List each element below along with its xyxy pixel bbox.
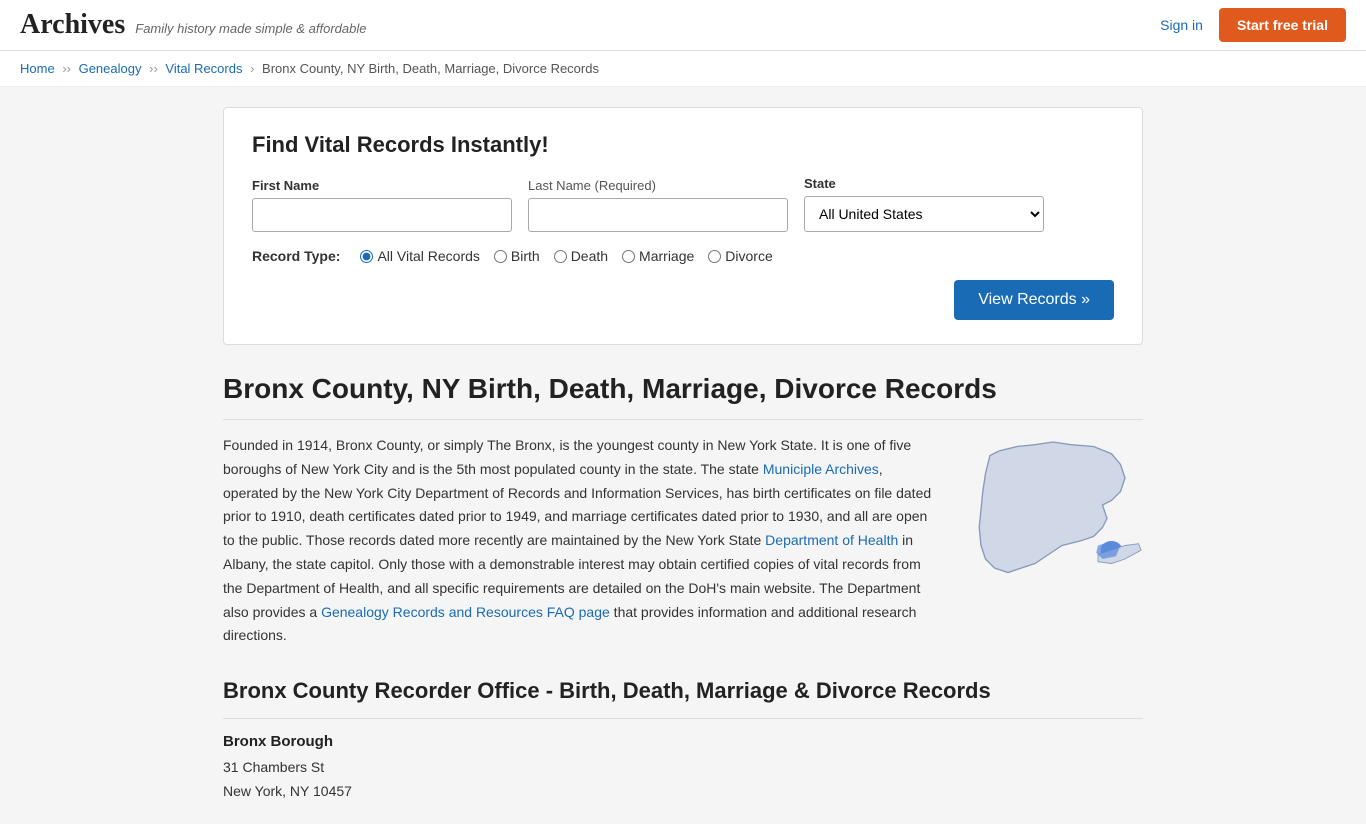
radio-birth[interactable]: Birth [494,248,540,264]
breadcrumb: Home ›› Genealogy ›› Vital Records › Bro… [0,51,1366,87]
breadcrumb-sep-3: › [250,61,258,76]
page-title: Bronx County, NY Birth, Death, Marriage,… [223,373,1143,420]
start-trial-button[interactable]: Start free trial [1219,8,1346,42]
radio-birth-label: Birth [511,248,540,264]
office-address2: New York, NY 10457 [223,780,1143,804]
search-box: Find Vital Records Instantly! First Name… [223,107,1143,345]
office-name: Bronx Borough [223,733,1143,750]
last-name-input[interactable] [528,198,788,232]
radio-marriage-label: Marriage [639,248,694,264]
radio-divorce[interactable]: Divorce [708,248,772,264]
radio-divorce-label: Divorce [725,248,772,264]
breadcrumb-sep-2: ›› [149,61,161,76]
search-button-row: View Records » [252,280,1114,320]
dept-health-link[interactable]: Department of Health [765,532,898,548]
breadcrumb-sep-1: ›› [62,61,74,76]
recorder-title: Bronx County Recorder Office - Birth, De… [223,678,1143,719]
site-tagline: Family history made simple & affordable [135,21,366,36]
radio-death-input[interactable] [554,250,567,263]
description-area: Founded in 1914, Bronx County, or simply… [223,434,1143,648]
breadcrumb-vital-records[interactable]: Vital Records [165,61,242,76]
view-records-button[interactable]: View Records » [954,280,1114,320]
map-container [963,434,1143,648]
radio-all-label: All Vital Records [377,248,479,264]
record-type-label: Record Type: [252,248,340,264]
state-group: State All United StatesNew YorkNew Jerse… [804,176,1044,232]
breadcrumb-genealogy[interactable]: Genealogy [79,61,142,76]
first-name-label: First Name [252,178,512,193]
radio-marriage[interactable]: Marriage [622,248,694,264]
state-select[interactable]: All United StatesNew YorkNew JerseyCalif… [804,196,1044,232]
header-logo-area: Archives Family history made simple & af… [20,9,366,41]
ny-state-map [963,434,1143,597]
breadcrumb-home[interactable]: Home [20,61,55,76]
site-logo: Archives [20,9,125,41]
site-header: Archives Family history made simple & af… [0,0,1366,51]
first-name-group: First Name [252,178,512,232]
sign-in-link[interactable]: Sign in [1160,17,1203,33]
last-name-label: Last Name (Required) [528,178,788,193]
first-name-input[interactable] [252,198,512,232]
radio-all-input[interactable] [360,250,373,263]
header-actions: Sign in Start free trial [1160,8,1346,42]
municiple-archives-link[interactable]: Municiple Archives [763,461,879,477]
radio-all[interactable]: All Vital Records [360,248,479,264]
search-form-row: First Name Last Name (Required) State Al… [252,176,1114,232]
description-text: Founded in 1914, Bronx County, or simply… [223,434,939,648]
search-title: Find Vital Records Instantly! [252,132,1114,158]
recorder-section: Bronx County Recorder Office - Birth, De… [223,678,1143,804]
office-address1: 31 Chambers St [223,756,1143,780]
radio-birth-input[interactable] [494,250,507,263]
radio-marriage-input[interactable] [622,250,635,263]
radio-death-label: Death [571,248,608,264]
radio-divorce-input[interactable] [708,250,721,263]
genealogy-faq-link[interactable]: Genealogy Records and Resources FAQ page [321,604,610,620]
breadcrumb-current: Bronx County, NY Birth, Death, Marriage,… [262,61,599,76]
record-type-row: Record Type: All Vital Records Birth Dea… [252,248,1114,264]
main-content: Find Vital Records Instantly! First Name… [203,87,1163,824]
last-name-group: Last Name (Required) [528,178,788,232]
radio-death[interactable]: Death [554,248,608,264]
state-label: State [804,176,1044,191]
